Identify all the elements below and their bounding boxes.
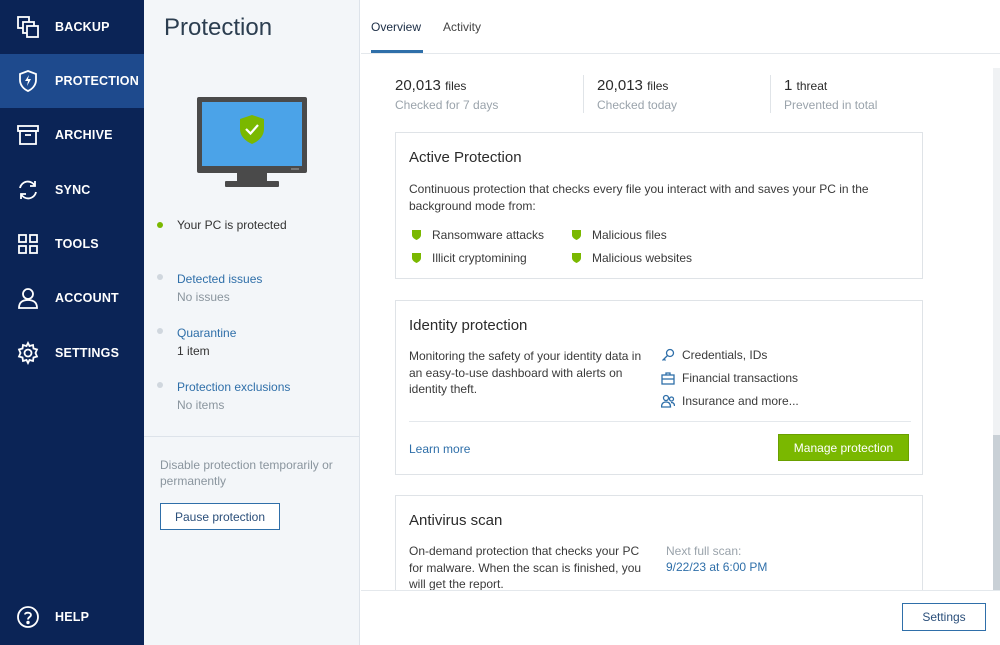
protection-exclusions-link[interactable]: Protection exclusions xyxy=(177,380,290,394)
stat-files-today: 20,013 files Checked today xyxy=(597,77,677,112)
sync-icon xyxy=(16,178,40,202)
shield-icon xyxy=(412,230,421,240)
protection-item-label: Illicit cryptomining xyxy=(432,251,527,265)
archive-icon xyxy=(16,123,40,147)
tools-grid-icon xyxy=(16,232,40,256)
account-icon xyxy=(16,286,40,310)
sidebar-item-label: BACKUP xyxy=(55,20,110,34)
sidebar-item-help[interactable]: HELP xyxy=(0,590,144,644)
next-scan-label: Next full scan: xyxy=(666,544,742,558)
sidebar-item-sync[interactable]: SYNC xyxy=(0,163,144,217)
status-dot xyxy=(157,382,163,388)
briefcase-icon xyxy=(661,372,675,385)
protection-item-label: Ransomware attacks xyxy=(432,228,545,242)
protection-exclusions-value: No items xyxy=(177,398,225,412)
tab-bar: Overview Activity xyxy=(361,0,1000,54)
disable-protection-note: Disable protection temporarily or perman… xyxy=(160,458,333,488)
identity-item: Credentials, IDs xyxy=(661,348,767,362)
page-title: Protection xyxy=(164,14,273,41)
sidebar-item-settings[interactable]: SETTINGS xyxy=(0,326,144,380)
identity-item-label: Credentials, IDs xyxy=(682,348,768,362)
sidebar-item-account[interactable]: ACCOUNT xyxy=(0,271,144,325)
sidebar-item-label: SYNC xyxy=(55,183,91,197)
card-description: On-demand protection that checks your PC… xyxy=(409,544,642,590)
stat-files-7-days: 20,013 files Checked for 7 days xyxy=(395,77,498,112)
active-tab-indicator xyxy=(371,50,423,53)
gear-icon xyxy=(16,341,40,365)
active-protection-card: Active Protection Continuous protection … xyxy=(395,132,923,279)
learn-more-link[interactable]: Learn more xyxy=(409,442,470,456)
sidebar-item-tools[interactable]: TOOLS xyxy=(0,217,144,271)
protection-item-label: Malicious websites xyxy=(592,251,693,265)
stat-caption: Checked today xyxy=(597,98,678,112)
protection-item: Illicit cryptomining xyxy=(412,251,527,265)
shield-icon xyxy=(572,230,581,240)
stat-number: 1 xyxy=(784,77,793,94)
status-dot xyxy=(157,274,163,280)
divider xyxy=(770,75,771,113)
divider xyxy=(144,436,360,437)
sidebar-item-backup[interactable]: BACKUP xyxy=(0,0,144,54)
detected-issues-link[interactable]: Detected issues xyxy=(177,272,262,286)
stat-caption: Checked for 7 days xyxy=(395,98,499,112)
sidebar: BACKUP PROTECTION ARCHIVE SYNC TOOLS ACC… xyxy=(0,0,144,645)
overview-content: 20,013 files Checked for 7 days 20,013 f… xyxy=(361,55,1000,590)
status-dot xyxy=(157,328,163,334)
divider xyxy=(583,75,584,113)
sidebar-item-label: ARCHIVE xyxy=(55,128,113,142)
stat-unit: files xyxy=(445,79,467,93)
sidebar-item-label: HELP xyxy=(55,610,90,624)
identity-protection-card: Identity protection Monitoring the safet… xyxy=(395,300,923,475)
protected-monitor-illustration xyxy=(197,97,307,187)
detected-issues-value: No issues xyxy=(177,290,230,304)
sidebar-item-label: SETTINGS xyxy=(55,346,120,360)
shield-bolt-icon xyxy=(16,69,40,93)
antivirus-scan-card: Antivirus scan On-demand protection that… xyxy=(395,495,923,590)
sidebar-item-label: ACCOUNT xyxy=(55,291,119,305)
card-title: Active Protection xyxy=(409,149,522,166)
protection-item: Malicious files xyxy=(572,228,667,242)
tab-activity[interactable]: Activity xyxy=(443,20,481,34)
card-title: Identity protection xyxy=(409,317,528,334)
help-icon xyxy=(16,605,40,629)
identity-item-label: Financial transactions xyxy=(682,371,799,385)
protection-item: Malicious websites xyxy=(572,251,692,265)
quarantine-link[interactable]: Quarantine xyxy=(177,326,236,340)
stat-number: 20,013 xyxy=(395,77,441,94)
sidebar-item-label: TOOLS xyxy=(55,237,99,251)
protection-item: Ransomware attacks xyxy=(412,228,544,242)
settings-button[interactable]: Settings xyxy=(902,603,986,631)
stat-caption: Prevented in total xyxy=(784,98,878,112)
status-dot xyxy=(157,222,163,228)
stat-number: 20,013 xyxy=(597,77,643,94)
card-description: Monitoring the safety of your identity d… xyxy=(409,349,642,396)
identity-item: Insurance and more... xyxy=(661,394,799,408)
identity-item-label: Insurance and more... xyxy=(682,394,799,408)
sidebar-item-protection[interactable]: PROTECTION xyxy=(0,54,144,108)
sidebar-item-label: PROTECTION xyxy=(55,74,139,88)
manage-protection-button[interactable]: Manage protection xyxy=(778,434,909,461)
stat-threats: 1 threat Prevented in total xyxy=(784,77,877,112)
backup-icon xyxy=(16,15,40,39)
key-icon xyxy=(662,348,675,361)
scrollbar-thumb[interactable] xyxy=(993,435,1000,590)
people-icon xyxy=(661,394,675,408)
card-description: Continuous protection that checks every … xyxy=(409,182,869,213)
shield-icon xyxy=(412,253,421,263)
stat-unit: threat xyxy=(796,79,828,93)
identity-item: Financial transactions xyxy=(661,371,798,385)
protection-status: Your PC is protected xyxy=(177,218,287,232)
sidebar-item-archive[interactable]: ARCHIVE xyxy=(0,108,144,162)
protection-panel: Protection Your PC is protected Detected… xyxy=(144,0,360,645)
protection-item-label: Malicious files xyxy=(592,228,667,242)
tab-overview[interactable]: Overview xyxy=(371,20,421,34)
footer-bar: Settings xyxy=(361,590,1000,645)
divider xyxy=(409,421,911,422)
pause-protection-button[interactable]: Pause protection xyxy=(160,503,280,530)
stat-unit: files xyxy=(647,79,669,93)
next-scan-date[interactable]: 9/22/23 at 6:00 PM xyxy=(666,560,767,574)
card-title: Antivirus scan xyxy=(409,512,503,529)
quarantine-value: 1 item xyxy=(177,344,210,358)
shield-icon xyxy=(572,253,581,263)
